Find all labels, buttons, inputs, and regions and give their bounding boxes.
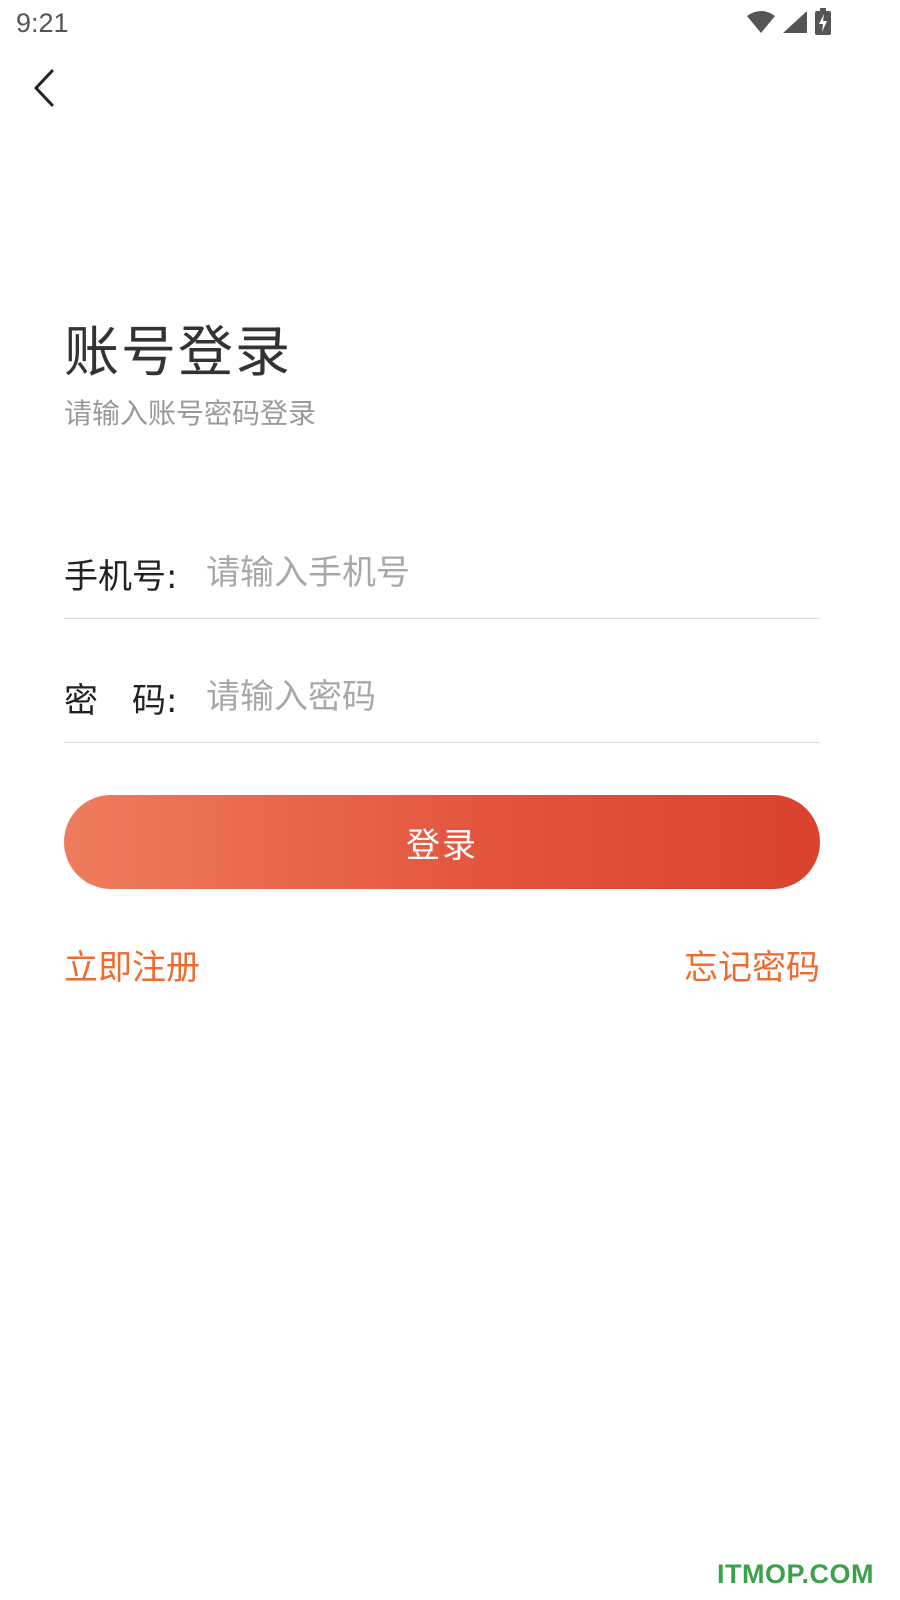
status-time: 9:21 — [16, 8, 69, 38]
chevron-left-icon — [32, 68, 56, 112]
password-label: 密 码: — [64, 680, 178, 721]
phone-label: 手机号: — [64, 556, 178, 597]
battery-charging-icon — [814, 8, 832, 40]
forgot-password-link[interactable]: 忘记密码 — [684, 944, 820, 992]
signal-icon — [782, 10, 808, 38]
password-input[interactable] — [206, 667, 820, 727]
wifi-icon — [746, 10, 776, 38]
login-button[interactable]: 登录 — [64, 795, 820, 889]
status-icons — [746, 8, 832, 40]
page-title: 账号登录 — [64, 320, 293, 384]
register-link[interactable]: 立即注册 — [64, 944, 200, 992]
back-button[interactable] — [22, 68, 66, 112]
watermark: ITMOP.COM — [716, 1559, 874, 1589]
password-row: 密 码: — [64, 652, 820, 743]
page-subtitle: 请输入账号密码登录 — [64, 397, 317, 430]
phone-input[interactable] — [206, 543, 820, 603]
phone-row: 手机号: — [64, 528, 820, 619]
